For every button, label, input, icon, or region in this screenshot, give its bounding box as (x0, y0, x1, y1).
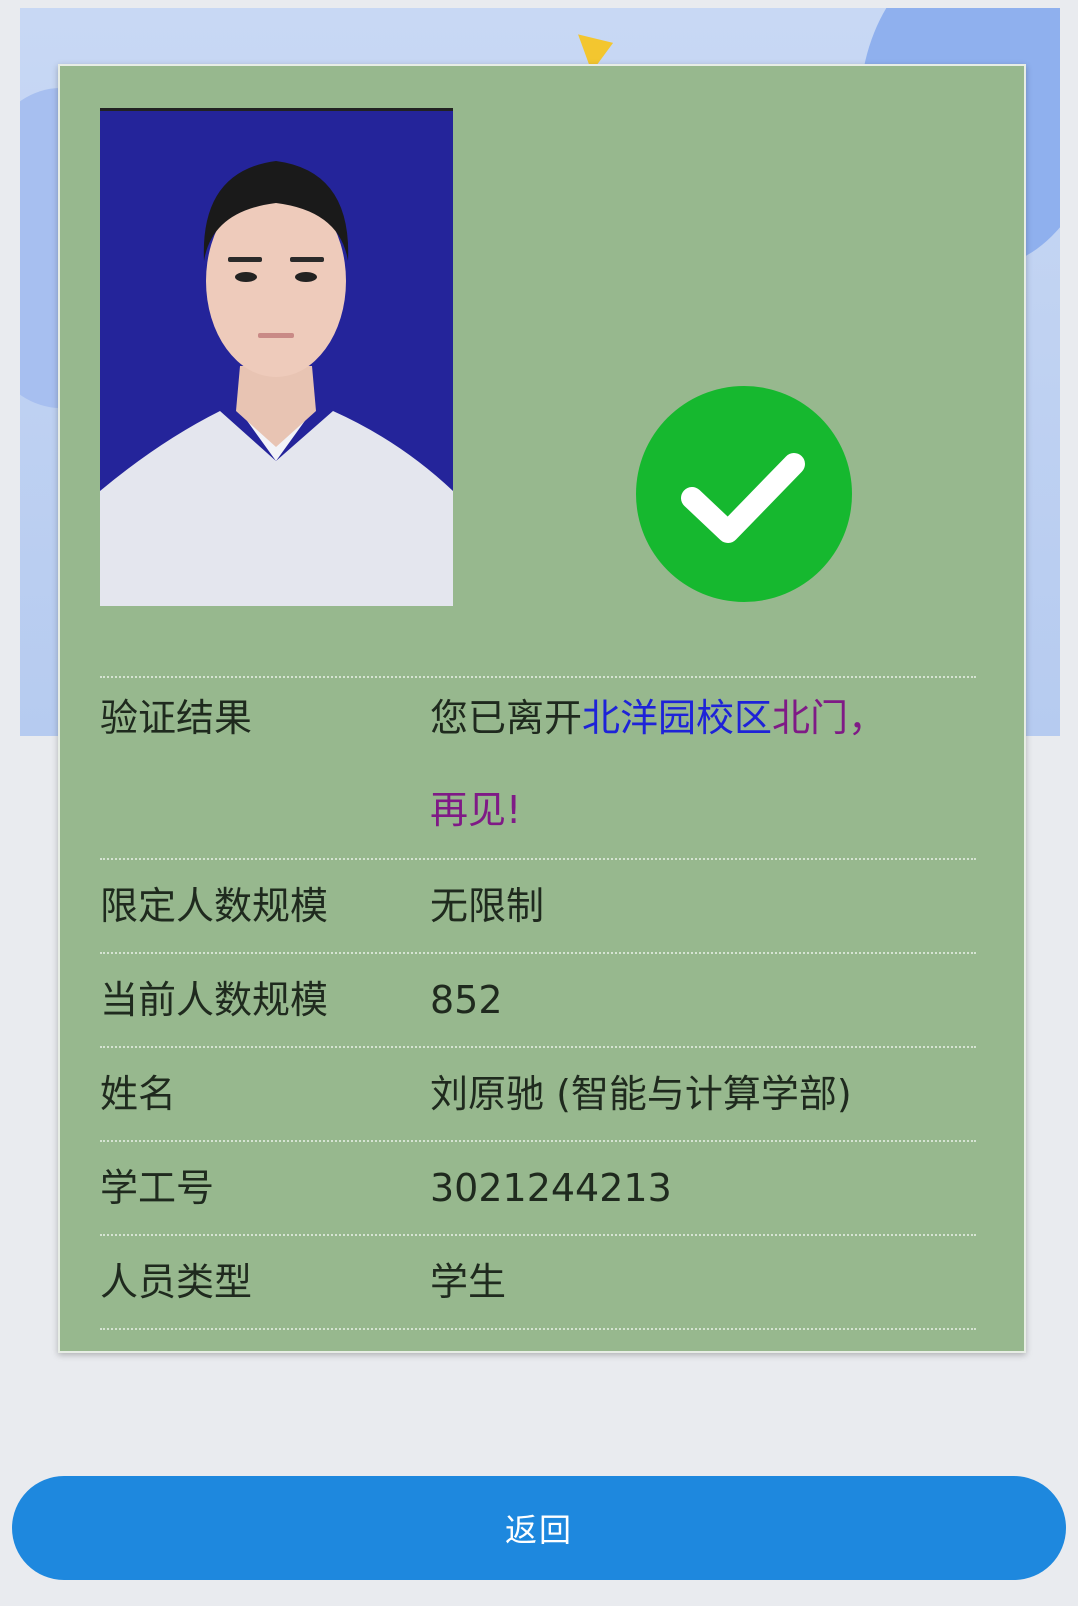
row-label: 当前人数规模 (100, 978, 329, 1022)
list-row: 限定人数规模 无限制 (100, 860, 976, 952)
list-row: 姓名 刘原驰 (智能与计算学部) (100, 1048, 976, 1140)
list-row: 学工号 3021244213 (100, 1142, 976, 1234)
result-label: 验证结果 (100, 696, 253, 740)
row-value: 852 (430, 978, 503, 1022)
gate-name: 北门 (772, 696, 849, 740)
user-photo (100, 108, 453, 606)
check-circle-icon (636, 386, 852, 602)
back-button[interactable]: 返回 (12, 1476, 1066, 1580)
comma: ， (848, 696, 887, 740)
divider (100, 1328, 976, 1330)
row-value: 无限制 (430, 884, 545, 928)
row-value: 3021244213 (430, 1166, 672, 1210)
campus-name: 北洋园校区 (582, 696, 773, 740)
row-label: 限定人数规模 (100, 884, 329, 928)
list-row: 人员类型 学生 (100, 1236, 976, 1328)
verification-card: 验证结果 您已离开北洋园校区北门， 再见! 限定人数规模 无限制 当前人数规模 8… (58, 64, 1026, 1353)
row-value: 刘原驰 (智能与计算学部) (430, 1072, 852, 1116)
info-list: 验证结果 您已离开北洋园校区北门， 再见! 限定人数规模 无限制 当前人数规模 8… (100, 676, 976, 1330)
row-label: 人员类型 (100, 1260, 253, 1304)
result-row: 验证结果 您已离开北洋园校区北门， 再见! (100, 678, 976, 858)
result-value: 您已离开北洋园校区北门， 再见! (430, 672, 976, 856)
row-label: 学工号 (100, 1166, 215, 1210)
farewell-text: 再见! (430, 788, 522, 832)
row-value: 学生 (430, 1260, 507, 1304)
blurred-watermark (540, 134, 960, 194)
row-label: 姓名 (100, 1072, 177, 1116)
result-text: 您已离开 (430, 696, 583, 740)
list-row: 当前人数规模 852 (100, 954, 976, 1046)
